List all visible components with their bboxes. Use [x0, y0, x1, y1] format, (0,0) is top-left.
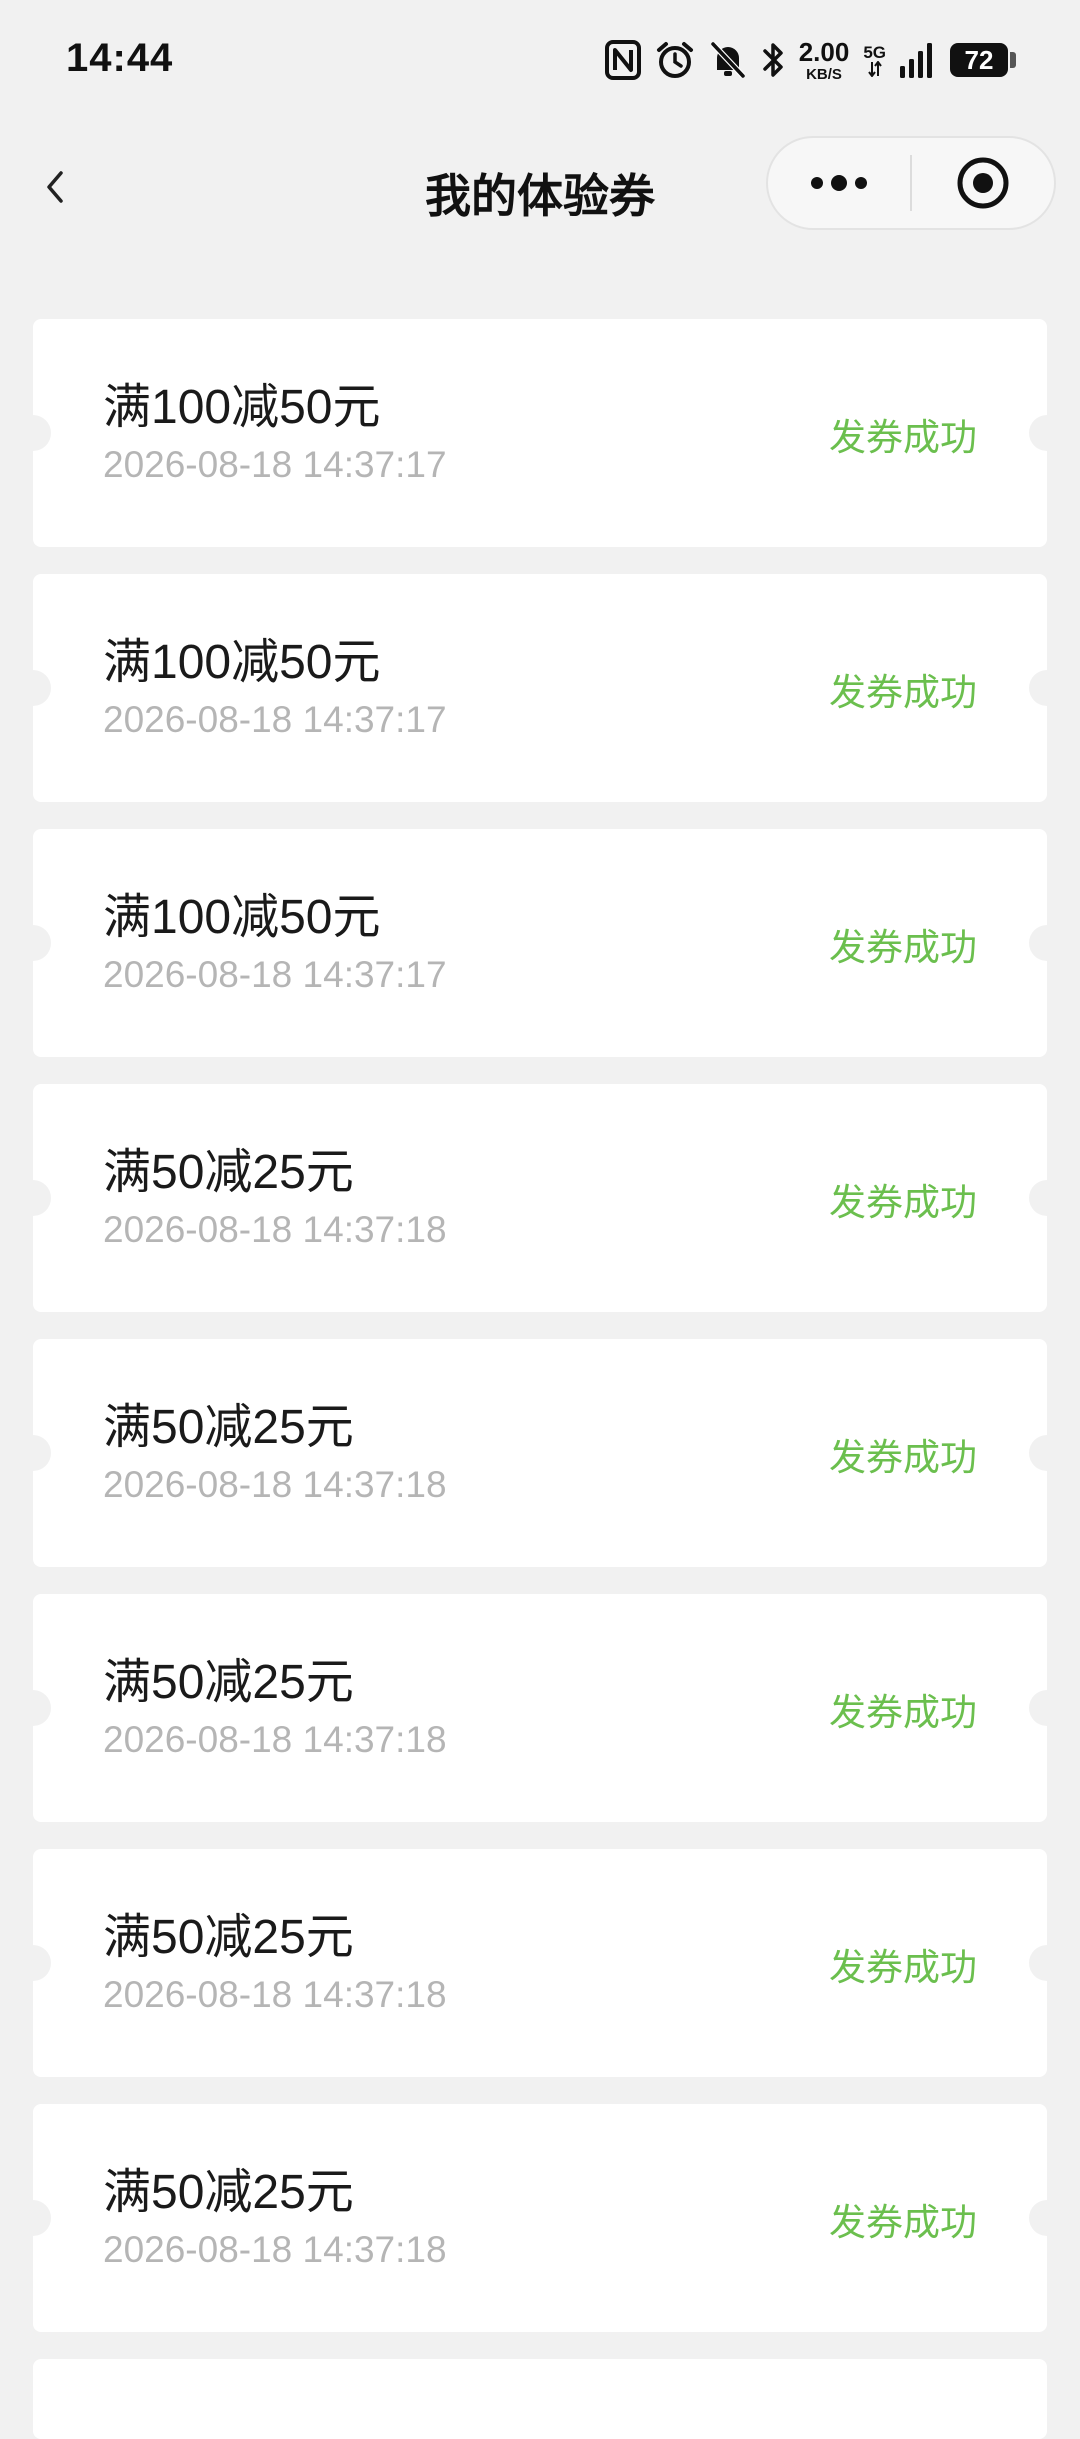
coupon-notch	[1029, 2200, 1065, 2236]
coupon-card[interactable]: 满100减50元 2026-08-18 14:37:17 发券成功	[15, 319, 1065, 547]
status-time: 14:44	[66, 36, 174, 80]
mute-icon	[709, 40, 747, 80]
coupon-date: 2026-08-18 14:37:17	[103, 444, 447, 485]
coupon-notch	[1029, 415, 1065, 451]
coupon-status: 发券成功	[829, 1437, 977, 1478]
mobile-data-icon: 5G	[863, 44, 886, 77]
coupon-name: 满100减50元	[103, 381, 381, 434]
coupon-card[interactable]: 满100减50元 2026-08-18 14:37:17 发券成功	[15, 829, 1065, 1057]
coupon-status: 发券成功	[829, 927, 977, 968]
more-button[interactable]	[768, 136, 910, 230]
coupon-notch	[15, 2200, 51, 2236]
coupon-date: 2026-08-18 14:37:18	[103, 1209, 447, 1250]
coupon-name: 满100减50元	[103, 636, 381, 689]
coupon-card-partial[interactable]	[33, 2359, 1047, 2439]
coupon-card[interactable]: 满50减25元 2026-08-18 14:37:18 发券成功	[15, 1339, 1065, 1567]
coupon-notch	[15, 1180, 51, 1216]
coupon-card[interactable]: 满50减25元 2026-08-18 14:37:18 发券成功	[15, 2104, 1065, 2332]
coupon-name: 满50减25元	[103, 1911, 354, 1964]
coupon-notch	[15, 1945, 51, 1981]
status-bar: 14:44 2.00 KB/S 5G 72	[0, 0, 1080, 122]
coupon-status: 发券成功	[829, 417, 977, 458]
coupon-date: 2026-08-18 14:37:18	[103, 1464, 447, 1505]
coupon-list: 满100减50元 2026-08-18 14:37:17 发券成功 满100减5…	[15, 319, 1065, 2439]
network-speed-value: 2.00	[798, 36, 850, 67]
more-dots-icon	[811, 175, 867, 191]
network-type-label: 5G	[863, 42, 886, 62]
coupon-date: 2026-08-18 14:37:18	[103, 1719, 447, 1760]
coupon-name: 满100减50元	[103, 891, 381, 944]
coupon-card[interactable]: 满50减25元 2026-08-18 14:37:18 发券成功	[15, 1084, 1065, 1312]
coupon-date: 2026-08-18 14:37:18	[103, 1974, 447, 2015]
coupon-notch	[1029, 1180, 1065, 1216]
coupon-date: 2026-08-18 14:37:17	[103, 699, 447, 740]
coupon-name: 满50减25元	[103, 2166, 354, 2219]
navigation-bar: 我的体验券	[0, 122, 1080, 256]
close-mini-program-button[interactable]	[912, 136, 1054, 230]
network-speed: 2.00 KB/S	[799, 39, 850, 82]
coupon-card[interactable]: 满100减50元 2026-08-18 14:37:17 发券成功	[15, 574, 1065, 802]
coupon-status: 发券成功	[829, 672, 977, 713]
nfc-icon	[604, 40, 641, 80]
coupon-notch	[15, 670, 51, 706]
coupon-notch	[1029, 1690, 1065, 1726]
mini-program-capsule	[766, 136, 1056, 230]
coupon-notch	[1029, 925, 1065, 961]
coupon-name: 满50减25元	[103, 1656, 354, 1709]
coupon-date: 2026-08-18 14:37:17	[103, 954, 447, 995]
status-icons: 2.00 KB/S 5G 72	[604, 34, 1016, 86]
coupon-card[interactable]: 满50减25元 2026-08-18 14:37:18 发券成功	[15, 1594, 1065, 1822]
coupon-notch	[1029, 1945, 1065, 1981]
coupon-status: 发券成功	[829, 2202, 977, 2243]
coupon-notch	[15, 925, 51, 961]
coupon-notch	[15, 1690, 51, 1726]
network-speed-unit: KB/S	[806, 65, 842, 83]
coupon-name: 满50减25元	[103, 1146, 354, 1199]
coupon-status: 发券成功	[829, 1947, 977, 1988]
coupon-notch	[1029, 1435, 1065, 1471]
coupon-date: 2026-08-18 14:37:18	[103, 2229, 447, 2270]
coupon-notch	[1029, 670, 1065, 706]
coupon-card[interactable]: 满50减25元 2026-08-18 14:37:18 发券成功	[15, 1849, 1065, 2077]
battery-icon: 72	[950, 42, 1016, 78]
signal-icon	[900, 40, 936, 80]
coupon-notch	[15, 415, 51, 451]
alarm-icon	[655, 40, 695, 80]
battery-level: 72	[950, 43, 1008, 77]
coupon-status: 发券成功	[829, 1692, 977, 1733]
bluetooth-icon	[761, 40, 785, 80]
coupon-notch	[15, 1435, 51, 1471]
target-circle-icon	[957, 157, 1009, 209]
coupon-status: 发券成功	[829, 1182, 977, 1223]
coupon-name: 满50减25元	[103, 1401, 354, 1454]
